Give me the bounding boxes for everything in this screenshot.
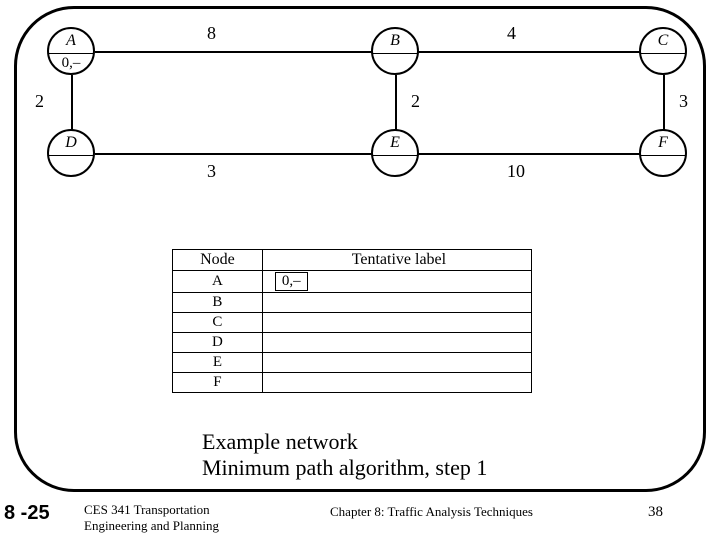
cell-node: A (173, 271, 263, 293)
cell-label (262, 293, 531, 313)
node-F-label: F (641, 134, 685, 152)
node-E: E (371, 129, 419, 177)
cell-label (262, 313, 531, 333)
slide-footer: 8 -25 CES 341 Transportation Engineering… (0, 498, 720, 538)
node-D: D (47, 129, 95, 177)
edge-weight-AB: 8 (207, 23, 216, 44)
table-row: A 0,– (173, 271, 532, 293)
header-label: Tentative label (262, 250, 531, 271)
edge-B-C (417, 51, 665, 53)
cell-node: E (173, 353, 263, 373)
table-row: E (173, 353, 532, 373)
course-line1: CES 341 Transportation (84, 502, 210, 517)
cell-label: 0,– (262, 271, 531, 293)
edge-weight-EF: 10 (507, 161, 525, 182)
edge-weight-DE: 3 (207, 161, 216, 182)
edge-weight-BE: 2 (411, 91, 420, 112)
node-B-label: B (373, 32, 417, 50)
table-row: D (173, 333, 532, 353)
node-A-cost: 0,– (49, 55, 93, 72)
chapter-title: Chapter 8: Traffic Analysis Techniques (330, 504, 533, 520)
edge-D-E (95, 153, 373, 155)
table-row: C (173, 313, 532, 333)
node-divider (641, 155, 685, 156)
table-row: F (173, 373, 532, 393)
header-node: Node (173, 250, 263, 271)
caption-line2: Minimum path algorithm, step 1 (202, 455, 487, 481)
cell-node: F (173, 373, 263, 393)
edge-C-F (663, 75, 665, 131)
cell-node: B (173, 293, 263, 313)
node-divider (641, 53, 685, 54)
node-C: C (639, 27, 687, 75)
caption-line1: Example network (202, 429, 487, 455)
edge-E-F (417, 153, 641, 155)
edge-weight-CF: 3 (679, 91, 688, 112)
table-row: B (173, 293, 532, 313)
section-number: 8 -25 (4, 502, 50, 525)
node-divider (49, 53, 93, 54)
node-divider (49, 155, 93, 156)
page-number: 38 (648, 504, 663, 521)
cell-label (262, 353, 531, 373)
table-header-row: Node Tentative label (173, 250, 532, 271)
node-D-label: D (49, 134, 93, 152)
node-B: B (371, 27, 419, 75)
node-divider (373, 155, 417, 156)
slide-frame: 8 4 2 2 3 3 10 A 0,– B C (14, 6, 706, 492)
edge-weight-AD: 2 (35, 91, 44, 112)
edge-weight-BC: 4 (507, 23, 516, 44)
node-divider (373, 53, 417, 54)
course-line2: Engineering and Planning (84, 518, 219, 533)
cell-label (262, 333, 531, 353)
edge-A-D (71, 75, 73, 131)
node-E-label: E (373, 134, 417, 152)
node-A-label: A (49, 32, 93, 50)
course-name: CES 341 Transportation Engineering and P… (84, 502, 264, 533)
edge-A-B (95, 51, 373, 53)
node-C-label: C (641, 32, 685, 50)
node-F: F (639, 129, 687, 177)
cell-node: D (173, 333, 263, 353)
slide-caption: Example network Minimum path algorithm, … (202, 429, 487, 482)
edge-B-E (395, 75, 397, 131)
table: Node Tentative label A 0,– B C D E (172, 249, 532, 393)
node-A: A 0,– (47, 27, 95, 75)
cell-node: C (173, 313, 263, 333)
cell-label (262, 373, 531, 393)
boxed-value: 0,– (275, 272, 308, 291)
tentative-label-table: Node Tentative label A 0,– B C D E (172, 249, 532, 393)
network-graph: 8 4 2 2 3 3 10 A 0,– B C (17, 9, 703, 209)
